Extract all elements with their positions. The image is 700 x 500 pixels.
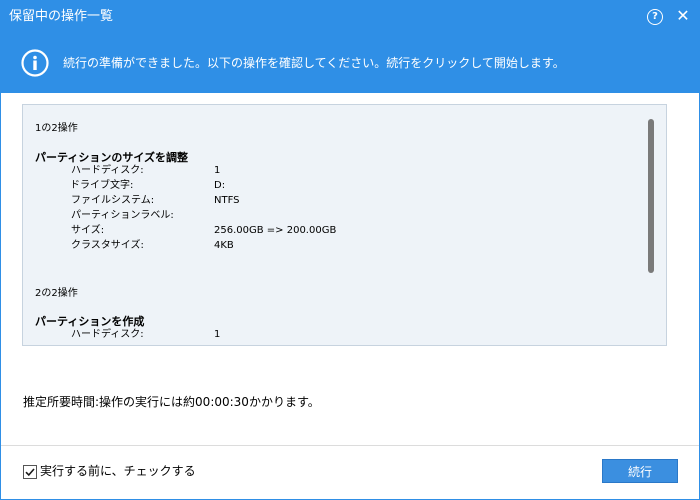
detail-value: 1 [214, 329, 221, 340]
operation-count: 2の2操作 [35, 288, 78, 299]
banner-message: 続行の準備ができました。以下の操作を確認してください。続行をクリックして開始しま… [63, 56, 565, 70]
info-icon [21, 49, 49, 77]
detail-value: 4KB [214, 240, 234, 251]
detail-value: D: [214, 180, 226, 191]
detail-label: ハードディスク: [71, 329, 144, 340]
detail-label: ドライブ文字: [70, 180, 134, 191]
detail-label: ハードディスク: [71, 165, 144, 176]
detail-label: パーティションラベル: [71, 210, 174, 221]
continue-button[interactable]: 続行 [602, 459, 678, 483]
detail-label: ファイルシステム: [71, 195, 155, 206]
scrollbar-thumb[interactable] [648, 119, 654, 273]
window-title: 保留中の操作一覧 [9, 9, 114, 24]
check-before-run-label[interactable]: 実行する前に、チェックする [40, 463, 196, 479]
detail-label: クラスタサイズ: [71, 240, 144, 251]
operations-list-panel[interactable]: 1の2操作 パーティションのサイズを調整 ハードディスク: 1 ドライブ文字: … [22, 104, 667, 346]
detail-value: NTFS [214, 195, 240, 206]
detail-label: サイズ: [71, 225, 105, 236]
operation-heading: パーティションのサイズを調整 [35, 151, 189, 164]
divider [1, 445, 699, 446]
info-banner: 続行の準備ができました。以下の操作を確認してください。続行をクリックして開始しま… [1, 33, 699, 93]
title-bar: 保留中の操作一覧 ? ✕ [1, 1, 699, 33]
detail-value: 256.00GB => 200.00GB [214, 225, 337, 236]
estimated-time: 推定所要時間:操作の実行には約00:00:30かかります。 [23, 395, 320, 409]
operation-count: 1の2操作 [35, 123, 78, 134]
help-circle-icon[interactable]: ? [647, 9, 663, 25]
detail-value: 1 [214, 165, 221, 176]
close-icon[interactable]: ✕ [675, 7, 691, 25]
pending-operations-dialog: 保留中の操作一覧 ? ✕ 続行の準備ができました。以下の操作を確認してください。… [0, 0, 700, 500]
operation-heading: パーティションを作成 [35, 315, 145, 328]
check-before-run-checkbox[interactable] [23, 465, 37, 479]
checkmark-icon [25, 468, 35, 477]
